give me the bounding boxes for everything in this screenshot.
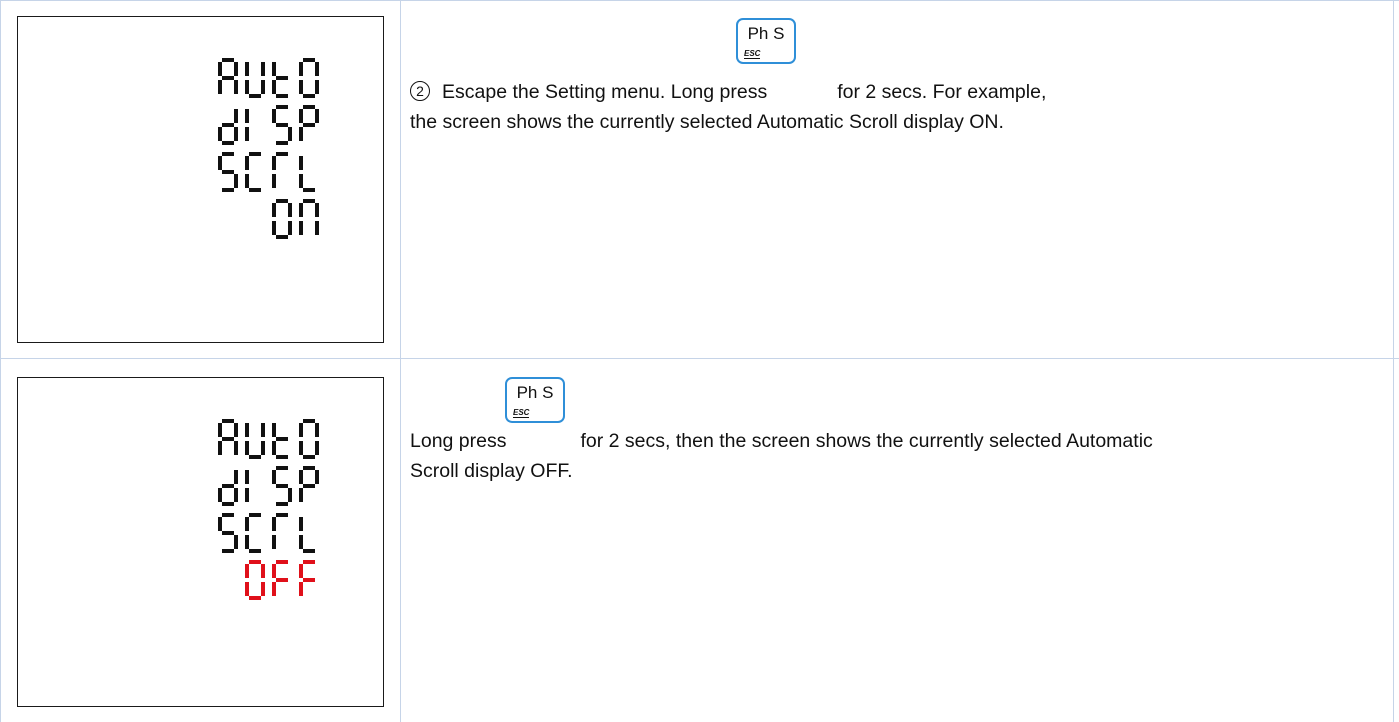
- lcd-line-4-highlighted: [201, 560, 321, 602]
- lcd-glyph: [299, 105, 319, 141]
- key-label: Ph S: [516, 383, 554, 402]
- lcd-glyph: [299, 156, 315, 192]
- lcd-glyph: [272, 423, 288, 459]
- instruction-line-2: the screen shows the currently selected …: [410, 111, 1004, 133]
- lcd-glyph: [299, 419, 319, 459]
- lcd-glyph: [218, 419, 238, 455]
- lcd-glyph: [218, 470, 238, 506]
- phase-select-esc-key-icon: Ph S ESC: [505, 377, 565, 423]
- lcd-glyph: [245, 513, 261, 553]
- lcd-line-3: [201, 152, 321, 194]
- lcd-glyph: [299, 560, 315, 596]
- lcd-glyph: [218, 58, 238, 94]
- lcd-glyph: [299, 58, 319, 98]
- instruction-line-1: 2 Escape the Setting menu. Long press for …: [410, 77, 1390, 107]
- lcd-glyph: [245, 560, 265, 600]
- lcd-glyph: [272, 105, 292, 145]
- lcd-glyph: [272, 560, 288, 596]
- instruction-line-1: Long press for 2 secs, then the screen sh…: [410, 426, 1390, 456]
- instruction-text-step-2: 2 Escape the Setting menu. Long press for …: [410, 77, 1390, 137]
- table-row-divider: [0, 358, 1399, 359]
- lcd-glyph: [272, 152, 288, 188]
- lcd-line-4: [201, 199, 321, 241]
- key-sublabel: ESC: [513, 408, 530, 418]
- lcd-glyph: [299, 466, 319, 502]
- lcd-glyph: [272, 466, 292, 506]
- phase-select-esc-key-icon: Ph S ESC: [736, 18, 796, 64]
- table-border-left: [0, 0, 1, 722]
- instruction-text-after-key: for 2 secs. For example,: [837, 81, 1047, 103]
- lcd-glyph: [272, 513, 288, 549]
- lcd-glyph: [218, 513, 238, 553]
- lcd-glyph: [245, 152, 261, 192]
- lcd-line-2: [201, 105, 321, 147]
- lcd-line-3: [201, 513, 321, 555]
- step-number-badge: 2: [410, 81, 430, 101]
- lcd-line-1: [201, 419, 321, 461]
- lcd-glyph: [245, 62, 265, 98]
- key-label: Ph S: [747, 24, 785, 43]
- instruction-text-before-key: Escape the Setting menu. Long press: [442, 81, 768, 103]
- table-border-top: [0, 0, 1399, 1]
- instruction-line-2: Scroll display OFF.: [410, 460, 573, 482]
- lcd-glyph: [245, 423, 265, 459]
- instruction-table: 2 Escape the Setting menu. Long press for …: [0, 0, 1399, 722]
- lcd-glyph: [272, 62, 288, 98]
- instruction-text-before-key: Long press: [410, 430, 507, 452]
- lcd-glyph: [218, 109, 238, 145]
- lcd-display-auto-scroll-on: [17, 16, 384, 343]
- lcd-glyph: [299, 517, 315, 553]
- lcd-glyph: [299, 199, 319, 235]
- lcd-line-2: [201, 466, 321, 508]
- lcd-glyph: [218, 152, 238, 192]
- lcd-display-auto-scroll-off: [17, 377, 384, 707]
- instruction-text-after-key: for 2 secs, then the screen shows the cu…: [580, 430, 1153, 452]
- table-column-divider: [400, 0, 401, 722]
- instruction-text-off: Long press for 2 secs, then the screen sh…: [410, 426, 1390, 486]
- key-sublabel: ESC: [744, 49, 761, 59]
- lcd-line-1: [201, 58, 321, 100]
- lcd-glyph: [272, 199, 292, 239]
- table-border-right: [1393, 0, 1394, 722]
